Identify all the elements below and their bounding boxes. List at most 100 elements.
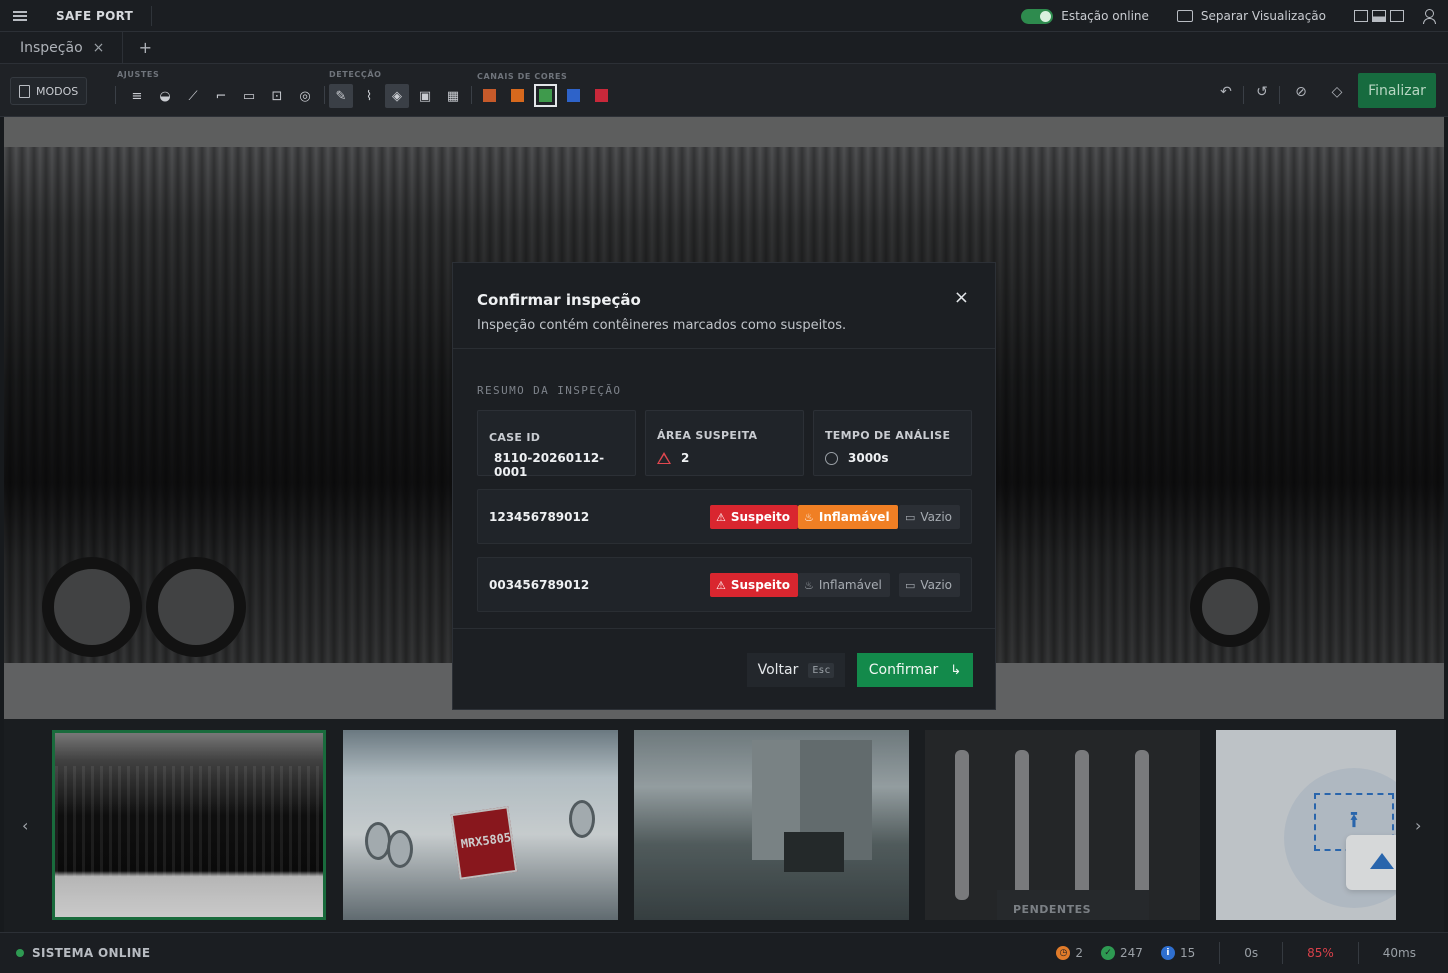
analysis-time-value: 3000s	[825, 451, 889, 465]
crop-zoom-icon[interactable]: ▭	[237, 84, 261, 108]
modos-label: MODOS	[36, 84, 79, 98]
layout-right-icon[interactable]	[1390, 10, 1404, 22]
flame-icon: ♨	[804, 578, 814, 592]
image-grid-icon[interactable]: ▦	[441, 84, 465, 108]
color-channel-2[interactable]	[511, 89, 524, 102]
suspect-area-card: ÁREA SUSPEITA 2	[645, 410, 804, 476]
tab-close-icon[interactable]: ×	[93, 40, 105, 56]
confirm-button[interactable]: Confirmar ↳	[857, 653, 973, 687]
undo-icon[interactable]: ↶	[1216, 82, 1236, 102]
reset-icon[interactable]: ↺	[1252, 82, 1272, 102]
finalizar-button[interactable]: Finalizar	[1358, 73, 1436, 108]
divider	[1282, 942, 1284, 964]
add-tab-button[interactable]: +	[123, 38, 167, 57]
ok-metric: ✓ 247	[1101, 946, 1143, 960]
analysis-time-text: 3000s	[848, 451, 889, 465]
vazio-tag[interactable]: ▭ Vazio	[899, 505, 961, 529]
top-bar: SAFE PORT Estação online Separar Visuali…	[0, 0, 1448, 32]
layers-icon[interactable]: ◈	[385, 84, 409, 108]
analysis-time-label: TEMPO DE ANÁLISE	[825, 429, 951, 442]
online-dot-icon	[16, 948, 24, 957]
tag-label: Vazio	[920, 510, 953, 524]
block-icon[interactable]: ⊘	[1291, 82, 1311, 102]
info-icon: i	[1160, 946, 1175, 960]
dialog-footer: Voltar Esc Confirmar ↳	[453, 628, 995, 711]
color-channel-1[interactable]	[483, 89, 496, 102]
back-button[interactable]: Voltar Esc	[747, 653, 845, 687]
tag-label: Vazio	[920, 578, 953, 592]
container-row: 123456789012 ⚠ Suspeito ♨ Inflamável ▭ V…	[477, 489, 972, 544]
top-bar-actions: Estação online Separar Visualização	[1021, 0, 1448, 32]
diamond-icon[interactable]: ◇	[1327, 82, 1347, 102]
menu-icon[interactable]	[0, 0, 40, 32]
detection-brush-icon[interactable]: ✎	[329, 84, 353, 108]
check-icon: ✓	[1101, 946, 1116, 960]
tab-label: Inspeção	[20, 39, 83, 56]
inflamavel-tag[interactable]: ♨ Inflamável	[798, 573, 890, 597]
modes-icon	[19, 84, 30, 98]
container-row: 003456789012 ⚠ Suspeito ♨ Inflamável ▭ V…	[477, 557, 972, 612]
layout-left-icon[interactable]	[1354, 10, 1368, 22]
case-id-label: CASE ID	[489, 431, 541, 444]
station-online-toggle[interactable]	[1021, 8, 1054, 24]
sliders-icon[interactable]: ≡	[125, 84, 149, 108]
histogram-icon[interactable]: ⌇	[357, 84, 381, 108]
suspect-area-value: 2	[657, 451, 689, 465]
frame-icon[interactable]: ⊡	[265, 84, 289, 108]
suspeito-tag[interactable]: ⚠ Suspeito	[710, 505, 799, 529]
group-label-ajustes: AJUSTES	[117, 70, 160, 79]
brand-name: SAFE PORT	[56, 5, 153, 26]
inflamavel-tag[interactable]: ♨ Inflamável	[798, 505, 898, 529]
divider	[1243, 86, 1244, 104]
magic-wand-icon[interactable]: ⟋	[181, 84, 205, 108]
latency-metric: 40ms	[1382, 946, 1416, 960]
divider	[115, 86, 116, 104]
color-channel-5[interactable]	[595, 89, 608, 102]
divider	[471, 86, 472, 104]
group-label-deteccao: DETECÇÃO	[329, 70, 382, 79]
close-icon[interactable]: ×	[954, 287, 969, 308]
box-icon: ▭	[905, 578, 916, 592]
color-channel-4[interactable]	[567, 89, 580, 102]
measure-icon[interactable]: ⌐	[209, 84, 233, 108]
contrast-icon[interactable]: ◒	[153, 84, 177, 108]
tag-label: Inflamável	[818, 510, 890, 524]
confirm-label: Confirmar	[868, 662, 939, 678]
confirm-inspection-dialog: Confirmar inspeção Inspeção contém contê…	[452, 262, 996, 710]
divider	[1357, 942, 1359, 964]
modos-button[interactable]: MODOS	[10, 77, 88, 105]
vazio-tag[interactable]: ▭ Vazio	[899, 573, 961, 597]
color-channel-3[interactable]	[534, 84, 557, 107]
dialog-title: Confirmar inspeção	[477, 291, 641, 309]
layout-switcher	[1354, 10, 1404, 22]
divider	[324, 86, 325, 104]
case-id-card: CASE ID 8110-20260112-0001	[477, 410, 636, 479]
tag-label: Suspeito	[730, 510, 791, 524]
container-id: 003456789012	[489, 578, 590, 592]
user-icon[interactable]	[1422, 9, 1436, 24]
case-id-value: 8110-20260112-0001	[494, 451, 605, 479]
tab-inspecao[interactable]: Inspeção ×	[0, 31, 124, 64]
info-count: 15	[1179, 946, 1196, 960]
target-icon[interactable]: ◎	[293, 84, 317, 108]
warning-icon	[657, 452, 671, 464]
box-icon: ▭	[905, 510, 916, 524]
dialog-description: Inspeção contém contêineres marcados com…	[477, 318, 847, 333]
warning-icon: ⚠	[716, 578, 726, 592]
container-id: 123456789012	[489, 510, 590, 524]
suspeito-tag[interactable]: ⚠ Suspeito	[710, 573, 799, 597]
pending-count: 2	[1075, 946, 1084, 960]
monitor-icon[interactable]	[1176, 10, 1193, 22]
station-status-label: Estação online	[1061, 9, 1149, 23]
system-status: SISTEMA ONLINE	[32, 945, 151, 960]
analysis-time-card: TEMPO DE ANÁLISE 3000s	[813, 410, 972, 476]
ok-count: 247	[1120, 946, 1143, 960]
tab-bar: Inspeção × +	[0, 31, 1448, 64]
ai-detect-icon[interactable]: ▣	[413, 84, 437, 108]
clock-icon	[825, 451, 838, 465]
back-label: Voltar	[757, 662, 799, 678]
esc-key-hint: Esc	[808, 662, 835, 678]
tag-label: Suspeito	[730, 578, 791, 592]
layout-bottom-icon[interactable]	[1372, 10, 1386, 22]
split-view-button[interactable]: Separar Visualização	[1201, 9, 1326, 23]
